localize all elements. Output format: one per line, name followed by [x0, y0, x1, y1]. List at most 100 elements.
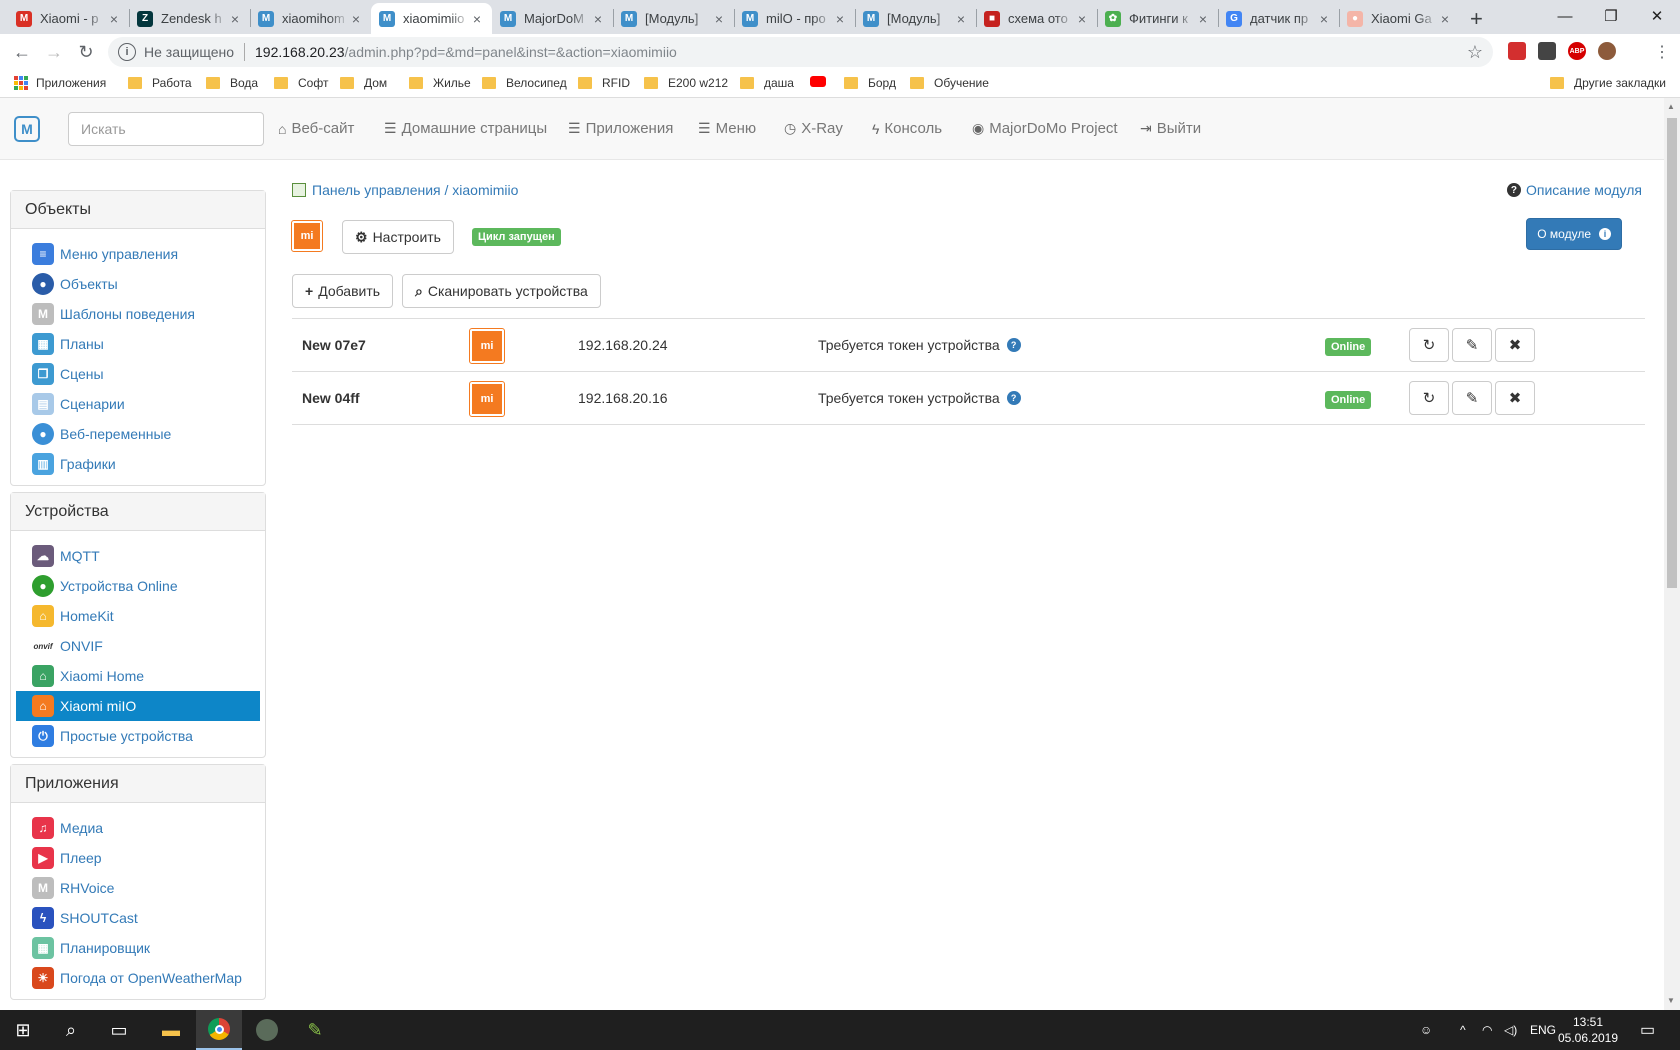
- nav-link[interactable]: ◉ MajorDoMo Project: [972, 120, 1118, 137]
- sidebar-item[interactable]: M Шаблоны поведения: [16, 299, 260, 329]
- address-bar[interactable]: i Не защищено 192.168.20.23/admin.php?pd…: [108, 37, 1493, 67]
- majordomo-logo-icon[interactable]: M: [14, 116, 40, 142]
- bookmark-item[interactable]: Софт: [274, 76, 328, 90]
- nav-link[interactable]: ϟ Консоль: [872, 120, 942, 137]
- browser-tab[interactable]: Z Zendesk h ×: [129, 3, 250, 34]
- sidebar-item[interactable]: ● Объекты: [16, 269, 260, 299]
- bookmark-item[interactable]: Дом: [340, 76, 387, 90]
- sidebar-item[interactable]: ▦ Планировщик: [16, 933, 260, 963]
- browser-tab[interactable]: ■ схема ото ×: [976, 3, 1097, 34]
- app-icon[interactable]: [244, 1010, 290, 1050]
- scan-devices-button[interactable]: ⌕ Сканировать устройства: [402, 274, 601, 308]
- adblock-icon[interactable]: ABP: [1568, 42, 1586, 60]
- language-indicator[interactable]: ENG: [1530, 1010, 1556, 1050]
- browser-tab[interactable]: ✿ Фитинги к ×: [1097, 3, 1218, 34]
- question-circle-icon[interactable]: ?: [1006, 391, 1021, 405]
- add-device-button[interactable]: + Добавить: [292, 274, 394, 308]
- nav-link[interactable]: ⌂ Веб-сайт: [278, 120, 354, 137]
- bookmark-item[interactable]: даша: [740, 76, 794, 90]
- nav-link[interactable]: ☰ Меню: [698, 120, 756, 137]
- breadcrumb-text[interactable]: Панель управления / xiaomimiio: [312, 182, 518, 198]
- nav-link[interactable]: ☰ Домашние страницы: [384, 120, 547, 137]
- reload-icon[interactable]: ↻: [74, 40, 98, 64]
- bookmark-item[interactable]: Велосипед: [482, 76, 567, 90]
- sidebar-item[interactable]: M RHVoice: [16, 873, 260, 903]
- browser-tab[interactable]: M MajorDoM ×: [492, 3, 613, 34]
- volume-icon[interactable]: ◁): [1504, 1010, 1517, 1050]
- info-icon[interactable]: i: [118, 43, 136, 61]
- bookmark-item[interactable]: E200 w212: [644, 76, 728, 90]
- search-icon[interactable]: ⌕: [48, 1010, 94, 1050]
- module-description-link[interactable]: ? Описание модуля: [1506, 182, 1642, 198]
- configure-button[interactable]: ⚙ Настроить: [342, 220, 454, 254]
- sidebar-item[interactable]: ⌂ Xiaomi miIO: [16, 691, 260, 721]
- sidebar-item[interactable]: ϟ SHOUTCast: [16, 903, 260, 933]
- edit-button[interactable]: ✎: [1452, 328, 1492, 362]
- browser-tab[interactable]: ● Xiaomi Ga ×: [1339, 3, 1460, 34]
- nav-link[interactable]: ⇥ Выйти: [1140, 120, 1201, 137]
- sidebar-item[interactable]: ⏻ Простые устройства: [16, 721, 260, 751]
- back-arrow-icon[interactable]: ←: [10, 40, 34, 64]
- tab-close-icon[interactable]: ×: [470, 11, 484, 27]
- new-tab-button[interactable]: +: [1470, 6, 1483, 32]
- sidebar-item[interactable]: ⌂ Xiaomi Home: [16, 661, 260, 691]
- sidebar-item[interactable]: ☀ Погода от OpenWeatherMap: [16, 963, 260, 993]
- browser-tab[interactable]: MmilO - про ×: [734, 3, 855, 34]
- bookmark-item[interactable]: Приложения: [14, 76, 106, 90]
- sidebar-item[interactable]: ♫ Медиа: [16, 813, 260, 843]
- sidebar-item[interactable]: ⌂ HomeKit: [16, 601, 260, 631]
- scroll-down-icon[interactable]: ▼: [1667, 996, 1675, 1005]
- question-circle-icon[interactable]: ?: [1006, 338, 1021, 352]
- browser-tab[interactable]: M [Модуль] ×: [855, 3, 976, 34]
- tab-close-icon[interactable]: ×: [107, 11, 121, 27]
- bookmark-item[interactable]: Обучение: [910, 76, 989, 90]
- tab-close-icon[interactable]: ×: [591, 11, 605, 27]
- windows-start-icon[interactable]: ⊞: [0, 1010, 46, 1050]
- extension-red-icon[interactable]: [1508, 42, 1526, 60]
- delete-button[interactable]: ✖: [1495, 328, 1535, 362]
- device-name[interactable]: New 04ff: [302, 390, 360, 406]
- refresh-button[interactable]: ↻: [1409, 328, 1449, 362]
- about-module-button[interactable]: О модуле i: [1526, 218, 1622, 250]
- scroll-up-icon[interactable]: ▲: [1667, 102, 1675, 111]
- bookmark-item[interactable]: [810, 76, 826, 87]
- notepad-icon[interactable]: ✎: [292, 1010, 338, 1050]
- tab-close-icon[interactable]: ×: [349, 11, 363, 27]
- module-description-label[interactable]: Описание модуля: [1526, 182, 1642, 198]
- sidebar-item[interactable]: ▤ Сценарии: [16, 389, 260, 419]
- sidebar-item[interactable]: ● Веб-переменные: [16, 419, 260, 449]
- bookmark-item[interactable]: RFID: [578, 76, 630, 90]
- search-input[interactable]: Искать: [68, 112, 264, 146]
- tab-close-icon[interactable]: ×: [833, 11, 847, 27]
- bookmark-item[interactable]: Вода: [206, 76, 258, 90]
- tab-close-icon[interactable]: ×: [1438, 11, 1452, 27]
- nav-link[interactable]: ☰ Приложения: [568, 120, 673, 137]
- browser-tab[interactable]: Mxiaomihom ×: [250, 3, 371, 34]
- show-hidden-icons[interactable]: ^: [1460, 1010, 1466, 1050]
- breadcrumb[interactable]: Панель управления / xiaomimiio: [292, 182, 518, 198]
- edit-button[interactable]: ✎: [1452, 381, 1492, 415]
- not-secure-label[interactable]: Не защищено: [144, 44, 234, 60]
- nav-link[interactable]: ◷ X-Ray: [784, 120, 843, 137]
- clock[interactable]: 13:51 05.06.2019: [1556, 1014, 1620, 1046]
- tab-close-icon[interactable]: ×: [1317, 11, 1331, 27]
- tab-close-icon[interactable]: ×: [712, 11, 726, 27]
- sidebar-item[interactable]: ☁ MQTT: [16, 541, 260, 571]
- bookmark-item[interactable]: Работа: [128, 76, 192, 90]
- people-icon[interactable]: ☺: [1420, 1010, 1432, 1050]
- sidebar-item[interactable]: ▦ Планы: [16, 329, 260, 359]
- refresh-button[interactable]: ↻: [1409, 381, 1449, 415]
- minimize-button[interactable]: —: [1542, 0, 1588, 32]
- tab-close-icon[interactable]: ×: [954, 11, 968, 27]
- close-window-button[interactable]: ✕: [1634, 0, 1680, 32]
- task-view-icon[interactable]: ▭: [96, 1010, 142, 1050]
- tab-close-icon[interactable]: ×: [1075, 11, 1089, 27]
- browser-tab[interactable]: Gдатчик пр ×: [1218, 3, 1339, 34]
- profile-avatar[interactable]: [1598, 42, 1616, 60]
- tab-close-icon[interactable]: ×: [228, 11, 242, 27]
- browser-tab[interactable]: M [Модуль] ×: [613, 3, 734, 34]
- bookmark-item[interactable]: Борд: [844, 76, 896, 90]
- forward-arrow-icon[interactable]: →: [42, 40, 66, 64]
- sidebar-item[interactable]: onvif ONVIF: [16, 631, 260, 661]
- browser-tab[interactable]: M Xiaomi - p ×: [8, 3, 129, 34]
